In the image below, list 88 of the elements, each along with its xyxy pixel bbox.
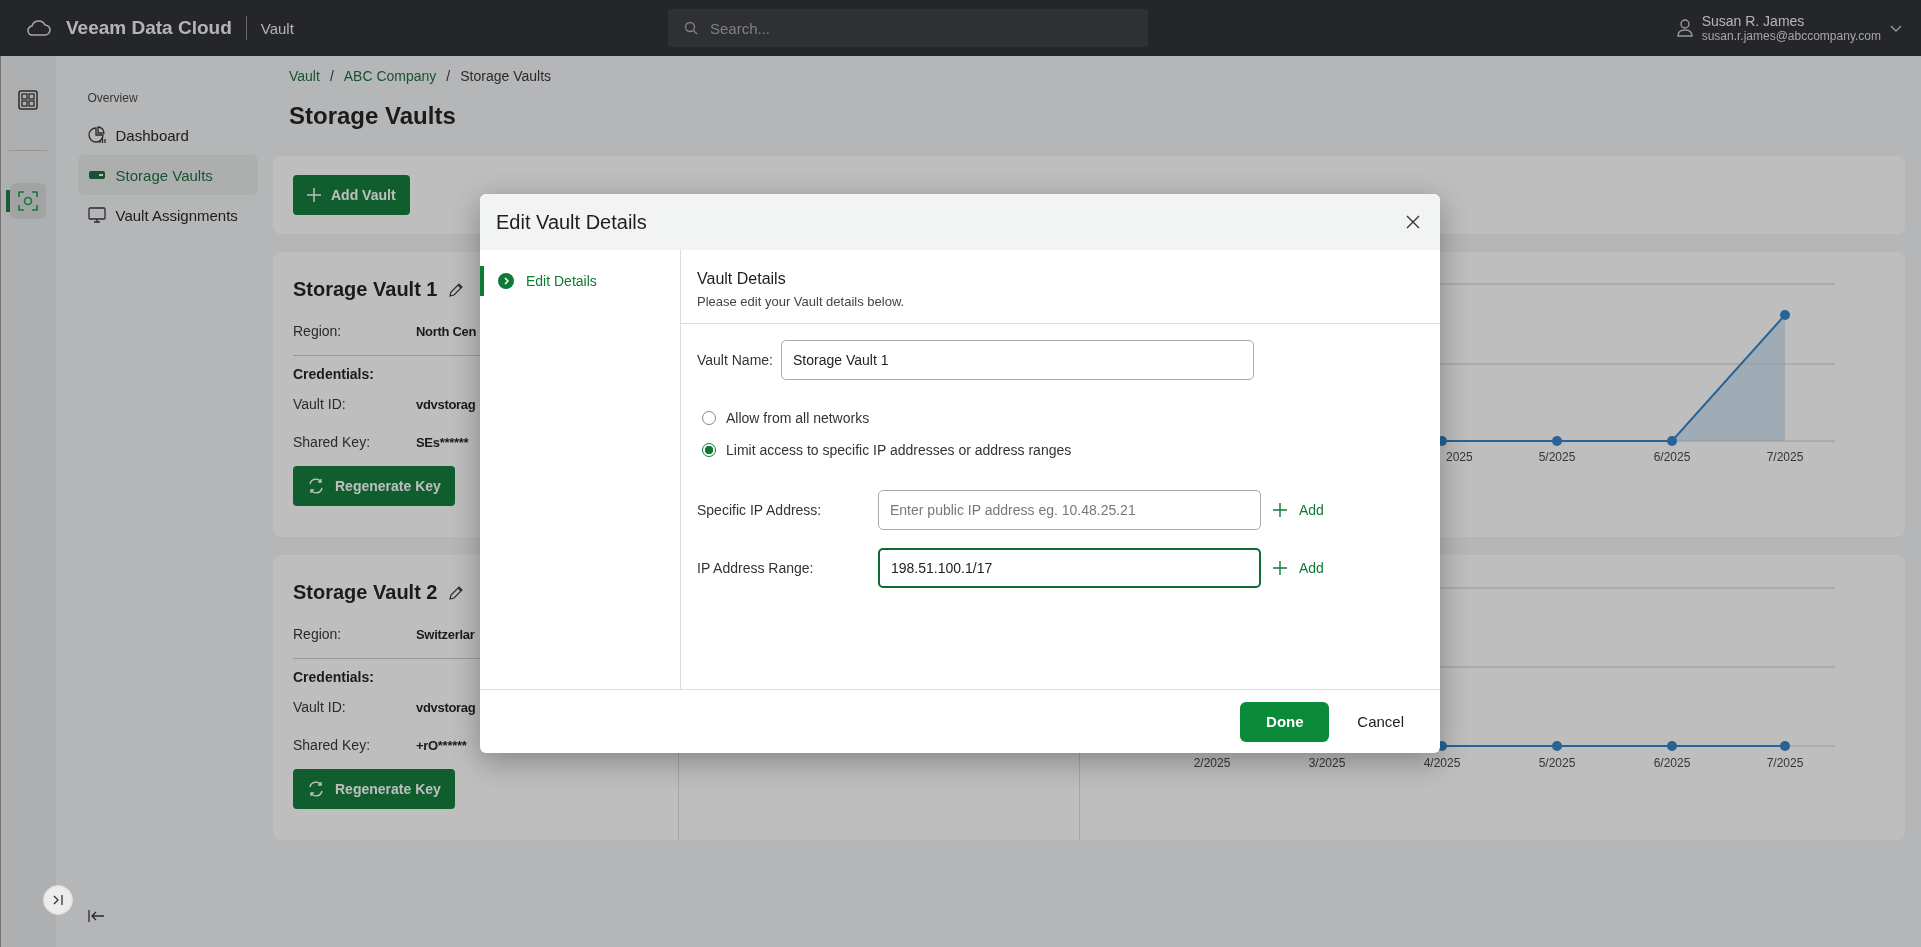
refresh-icon (307, 477, 325, 495)
axis-label: 5/2025 (1538, 756, 1576, 770)
radio-button[interactable] (702, 443, 716, 457)
field-value: +rO****** (416, 737, 467, 753)
breadcrumb-link[interactable]: ABC Company (343, 68, 437, 84)
axis-label: 2025 (1446, 450, 1473, 464)
plus-icon (307, 188, 321, 202)
data-point (1552, 436, 1562, 446)
axis-label: 2/2025 (1193, 756, 1231, 770)
section-subtitle: Please edit your Vault details below. (697, 294, 906, 309)
regenerate-key-button[interactable]: Regenerate Key (293, 466, 455, 506)
user-name: Susan R. James (1701, 13, 1806, 29)
refresh-icon (307, 780, 325, 798)
ip-field[interactable]: 198.51.100.1/17 (878, 548, 1261, 588)
axis-label: 6/2025 (1653, 450, 1691, 464)
axis-label: 7/2025 (1766, 450, 1804, 464)
vault-name: Storage Vault 1 (293, 278, 438, 301)
axis-label: 7/2025 (1766, 756, 1804, 770)
search-icon (684, 21, 698, 35)
field-label: Region: (293, 323, 343, 339)
vault-name-field[interactable]: Storage Vault 1 (781, 340, 1254, 380)
product-name: Veeam Data Cloud (66, 17, 232, 39)
field-label: Vault ID: (293, 396, 347, 412)
dashboard-icon (17, 89, 40, 111)
data-point (1552, 741, 1562, 751)
field-label: Vault Name: (697, 352, 773, 368)
field-value: SEs****** (416, 434, 469, 450)
breadcrumb-separator: / (446, 68, 451, 84)
storage-icon (87, 170, 106, 180)
field-label: Vault ID: (293, 699, 347, 715)
field-label: Region: (293, 626, 343, 642)
user-icon[interactable] (1675, 18, 1694, 38)
dialog-title: Edit Vault Details (496, 210, 647, 234)
nav-item[interactable]: Dashboard (77, 115, 258, 155)
breadcrumb-current: Storage Vaults (460, 68, 552, 84)
user-email: susan.r.james@abccompany.com (1701, 29, 1881, 43)
done-button[interactable]: Done (1240, 701, 1330, 742)
collapse-icon[interactable] (87, 909, 106, 923)
cancel-button[interactable]: Cancel (1351, 712, 1410, 731)
add-vault-button[interactable]: Add Vault (293, 175, 410, 215)
close-icon (1406, 215, 1420, 229)
section-label: Credentials: (293, 669, 375, 685)
axis-label: 5/2025 (1538, 450, 1576, 464)
field-label: Shared Key: (293, 737, 372, 753)
field-value: vdvstorag (416, 699, 476, 715)
nav-item[interactable]: Vault Assignments (77, 195, 258, 235)
field-value: vdvstorag (416, 396, 476, 412)
ip-field[interactable]: Enter public IP address eg. 10.48.25.21 (878, 490, 1261, 530)
expand-button[interactable] (43, 885, 73, 915)
field-value: North Cen (416, 323, 477, 339)
section-name: Vault (260, 19, 294, 37)
field-label: IP Address Range: (697, 560, 815, 576)
data-point (1667, 436, 1677, 446)
radio-option[interactable]: Allow from all networks (702, 410, 1424, 426)
nav-heading: Overview (87, 91, 139, 105)
add-button[interactable]: Add (1269, 560, 1324, 576)
axis-label: 3/2025 (1308, 756, 1346, 770)
scan-icon (17, 190, 40, 212)
search-field[interactable]: Search... (668, 9, 1148, 47)
chevron-right-icon (498, 273, 514, 289)
data-point (1780, 741, 1790, 751)
data-point (1667, 741, 1677, 751)
add-button[interactable]: Add (1269, 502, 1324, 518)
field-value: Switzerlar (416, 626, 475, 642)
plus-icon (1273, 561, 1287, 575)
cloud-icon[interactable] (26, 18, 52, 38)
axis-label: 6/2025 (1653, 756, 1691, 770)
step-item[interactable]: Edit Details (480, 266, 680, 296)
regenerate-key-button[interactable]: Regenerate Key (293, 769, 455, 809)
pie-chart-icon (87, 126, 106, 144)
page-title: Storage Vaults (289, 102, 457, 130)
axis-label: 4/2025 (1423, 756, 1461, 770)
breadcrumb-link[interactable]: Vault (289, 68, 320, 84)
data-point (1780, 310, 1790, 320)
pencil-icon[interactable] (447, 584, 464, 601)
monitor-icon (87, 206, 106, 224)
expand-icon (52, 894, 64, 906)
chevron-down-icon[interactable] (1889, 23, 1903, 33)
vault-name: Storage Vault 2 (293, 581, 438, 604)
plus-icon (1273, 503, 1287, 517)
section-label: Credentials: (293, 366, 375, 382)
field-label: Shared Key: (293, 434, 372, 450)
radio-option[interactable]: Limit access to specific IP addresses or address ranges (702, 442, 1424, 458)
breadcrumb-separator: / (329, 68, 334, 84)
field-label: Specific IP Address: (697, 502, 823, 518)
section-title: Vault Details (697, 270, 787, 288)
nav-item[interactable]: Storage Vaults (77, 155, 258, 195)
pencil-icon[interactable] (447, 281, 464, 298)
